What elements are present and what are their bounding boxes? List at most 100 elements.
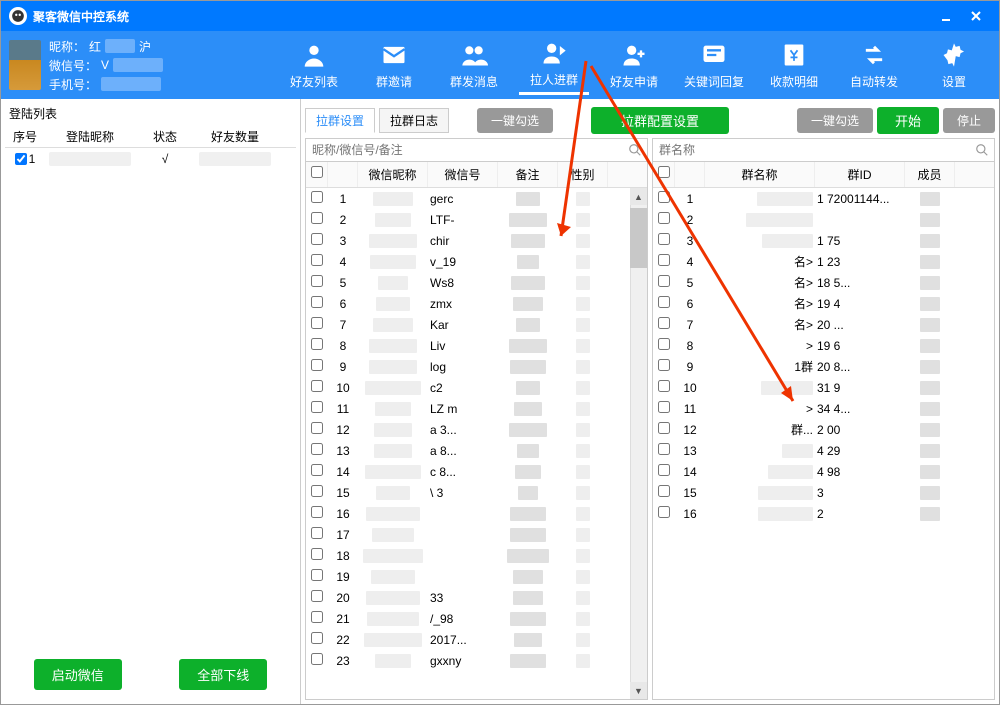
group-row-checkbox[interactable] bbox=[658, 443, 670, 455]
friend-row-checkbox[interactable] bbox=[311, 506, 323, 518]
friend-row-checkbox[interactable] bbox=[311, 464, 323, 476]
start-wechat-button[interactable]: 启动微信 bbox=[34, 659, 122, 690]
scrollbar-thumb[interactable] bbox=[630, 208, 647, 268]
login-row-checkbox[interactable] bbox=[15, 153, 27, 165]
friend-row-checkbox[interactable] bbox=[311, 653, 323, 665]
friend-row[interactable]: 18 bbox=[306, 545, 647, 566]
friend-row-checkbox[interactable] bbox=[311, 359, 323, 371]
nav-keyword[interactable]: 关键词回复 bbox=[679, 35, 749, 95]
group-row[interactable]: 31 75 bbox=[653, 230, 994, 251]
scroll-up-icon[interactable]: ▲ bbox=[630, 188, 647, 205]
search-icon[interactable] bbox=[970, 139, 994, 161]
friend-row[interactable]: 8Liv bbox=[306, 335, 647, 356]
group-row[interactable]: 11 72001144... bbox=[653, 188, 994, 209]
group-row[interactable]: 11>34 4... bbox=[653, 398, 994, 419]
friend-row[interactable]: 6zmx bbox=[306, 293, 647, 314]
group-row-checkbox[interactable] bbox=[658, 191, 670, 203]
group-row[interactable]: 1031 9 bbox=[653, 377, 994, 398]
friend-row[interactable]: 5Ws8 bbox=[306, 272, 647, 293]
nav-apply[interactable]: 好友申请 bbox=[599, 35, 669, 95]
friend-row-checkbox[interactable] bbox=[311, 443, 323, 455]
friend-row-checkbox[interactable] bbox=[311, 548, 323, 560]
friend-row-checkbox[interactable] bbox=[311, 275, 323, 287]
group-row-checkbox[interactable] bbox=[658, 296, 670, 308]
friend-row[interactable]: 23gxxny bbox=[306, 650, 647, 671]
all-offline-button[interactable]: 全部下线 bbox=[179, 659, 267, 690]
group-row-checkbox[interactable] bbox=[658, 254, 670, 266]
friend-row-checkbox[interactable] bbox=[311, 296, 323, 308]
start-button[interactable]: 开始 bbox=[877, 107, 939, 134]
group-row-checkbox[interactable] bbox=[658, 212, 670, 224]
friend-row-checkbox[interactable] bbox=[311, 485, 323, 497]
friends-search-input[interactable] bbox=[306, 139, 623, 161]
group-row-checkbox[interactable] bbox=[658, 338, 670, 350]
friend-row[interactable]: 17 bbox=[306, 524, 647, 545]
friend-row-checkbox[interactable] bbox=[311, 632, 323, 644]
nav-pull[interactable]: 拉人进群 bbox=[519, 35, 589, 95]
friend-row[interactable]: 222017... bbox=[306, 629, 647, 650]
friend-row[interactable]: 9log bbox=[306, 356, 647, 377]
friend-row-checkbox[interactable] bbox=[311, 527, 323, 539]
checkall-right-button[interactable]: 一键勾选 bbox=[797, 108, 873, 133]
login-row[interactable]: 1√ bbox=[5, 148, 296, 170]
minimize-button[interactable] bbox=[931, 1, 961, 31]
group-row-checkbox[interactable] bbox=[658, 317, 670, 329]
friend-row-checkbox[interactable] bbox=[311, 380, 323, 392]
friend-row[interactable]: 19 bbox=[306, 566, 647, 587]
friend-row[interactable]: 4v_19 bbox=[306, 251, 647, 272]
checkall-left-button[interactable]: 一键勾选 bbox=[477, 108, 553, 133]
groups-checkall[interactable] bbox=[658, 166, 670, 178]
nav-mass[interactable]: 群发消息 bbox=[439, 35, 509, 95]
group-row[interactable]: 6名>19 4 bbox=[653, 293, 994, 314]
friend-row[interactable]: 12a 3... bbox=[306, 419, 647, 440]
group-row[interactable]: 4名>1 23 bbox=[653, 251, 994, 272]
friend-row-checkbox[interactable] bbox=[311, 233, 323, 245]
group-row-checkbox[interactable] bbox=[658, 464, 670, 476]
friend-row-checkbox[interactable] bbox=[311, 317, 323, 329]
nav-friends[interactable]: 好友列表 bbox=[279, 35, 349, 95]
friend-row[interactable]: 10c2 bbox=[306, 377, 647, 398]
friend-row[interactable]: 2LTF- bbox=[306, 209, 647, 230]
friend-row[interactable]: 15\ 3 bbox=[306, 482, 647, 503]
tab-group-log[interactable]: 拉群日志 bbox=[379, 108, 449, 133]
friend-row-checkbox[interactable] bbox=[311, 212, 323, 224]
tab-group-settings[interactable]: 拉群设置 bbox=[305, 108, 375, 133]
stop-button[interactable]: 停止 bbox=[943, 108, 995, 133]
friend-row[interactable]: 13a 8... bbox=[306, 440, 647, 461]
groups-search-input[interactable] bbox=[653, 139, 970, 161]
friend-row[interactable]: 21/_98 bbox=[306, 608, 647, 629]
nav-payment[interactable]: 收款明细 bbox=[759, 35, 829, 95]
friend-row[interactable]: 2033 bbox=[306, 587, 647, 608]
friend-row[interactable]: 11LZ m bbox=[306, 398, 647, 419]
scrollbar-track[interactable]: ▲ ▼ bbox=[630, 188, 647, 699]
group-row[interactable]: 8>19 6 bbox=[653, 335, 994, 356]
group-row[interactable]: 91群20 8... bbox=[653, 356, 994, 377]
group-row[interactable]: 12群...2 00 bbox=[653, 419, 994, 440]
friend-row-checkbox[interactable] bbox=[311, 611, 323, 623]
nav-settings[interactable]: 设置 bbox=[919, 35, 989, 95]
friend-row-checkbox[interactable] bbox=[311, 254, 323, 266]
group-row[interactable]: 144 98 bbox=[653, 461, 994, 482]
friend-row[interactable]: 16 bbox=[306, 503, 647, 524]
group-row[interactable]: 134 29 bbox=[653, 440, 994, 461]
search-icon[interactable] bbox=[623, 139, 647, 161]
group-row[interactable]: 153 bbox=[653, 482, 994, 503]
group-row[interactable]: 5名>18 5... bbox=[653, 272, 994, 293]
friend-row[interactable]: 1gerc bbox=[306, 188, 647, 209]
group-row-checkbox[interactable] bbox=[658, 275, 670, 287]
group-config-button[interactable]: 拉群配置设置 bbox=[591, 107, 729, 134]
friend-row[interactable]: 14c 8... bbox=[306, 461, 647, 482]
group-row-checkbox[interactable] bbox=[658, 485, 670, 497]
group-row-checkbox[interactable] bbox=[658, 401, 670, 413]
close-button[interactable] bbox=[961, 1, 991, 31]
friends-checkall[interactable] bbox=[311, 166, 323, 178]
group-row[interactable]: 7名>20 ... bbox=[653, 314, 994, 335]
group-row-checkbox[interactable] bbox=[658, 233, 670, 245]
friend-row[interactable]: 7Kar bbox=[306, 314, 647, 335]
group-row[interactable]: 2 bbox=[653, 209, 994, 230]
friend-row-checkbox[interactable] bbox=[311, 422, 323, 434]
scroll-down-icon[interactable]: ▼ bbox=[630, 682, 647, 699]
friend-row[interactable]: 3chir bbox=[306, 230, 647, 251]
friend-row-checkbox[interactable] bbox=[311, 338, 323, 350]
group-row-checkbox[interactable] bbox=[658, 422, 670, 434]
